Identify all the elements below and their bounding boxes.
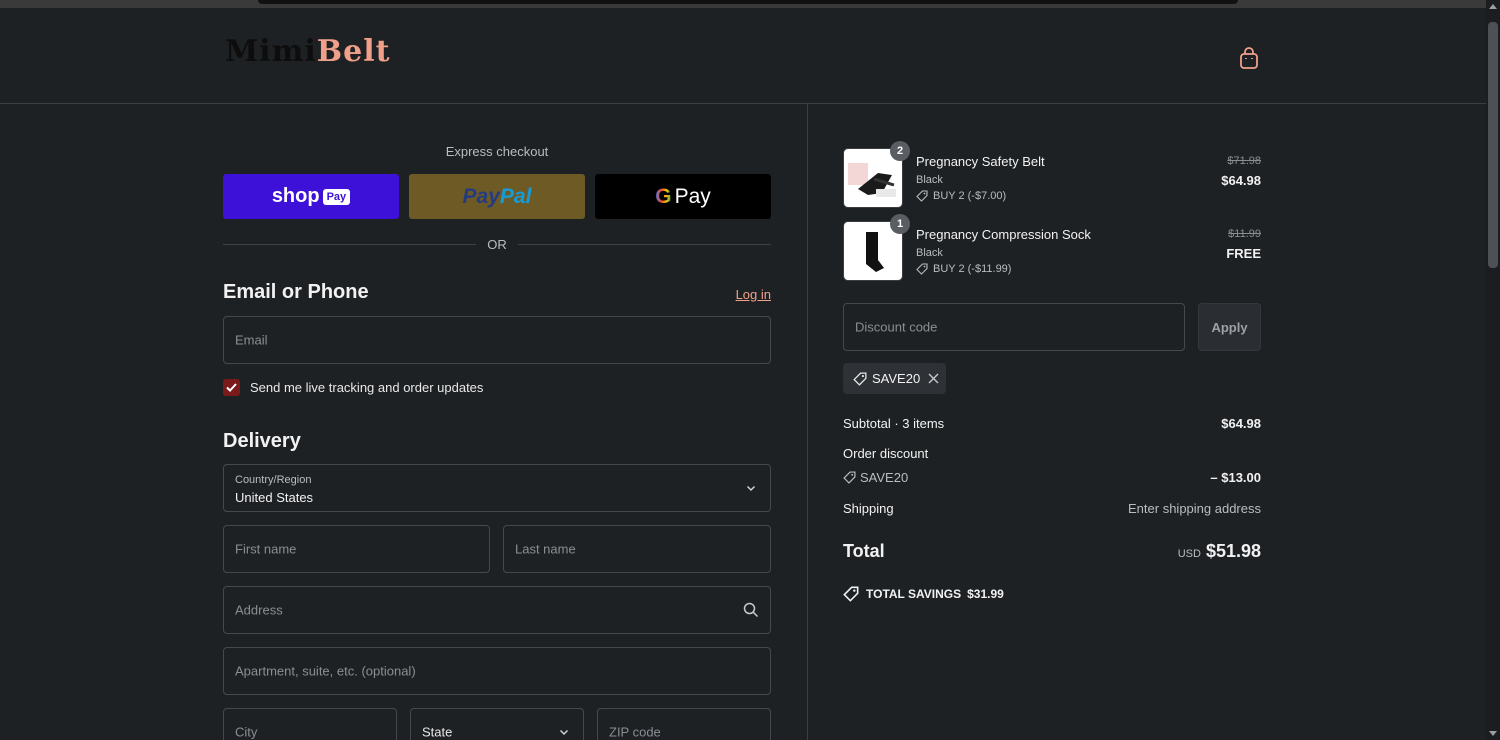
site-header: MimiBelt	[0, 8, 1486, 104]
contact-heading: Email or Phone	[223, 281, 369, 303]
tag-icon	[916, 263, 928, 275]
subtotal-label: Subtotal · 3 items	[843, 416, 945, 431]
google-pay-button[interactable]: G Pay	[595, 174, 771, 219]
first-name-field[interactable]: First name	[223, 525, 490, 573]
discount-value: – $13.00	[1210, 470, 1261, 485]
item-original-price: $71.98	[1227, 155, 1261, 167]
paypal-word-1: Pay	[462, 184, 500, 208]
discount-code-label: SAVE20	[843, 470, 908, 485]
paypal-word-2: Pal	[499, 184, 532, 208]
discount-code-text: SAVE20	[860, 470, 909, 485]
total-savings-label: TOTAL SAVINGS	[866, 587, 962, 601]
shopping-bag-icon[interactable]	[1238, 46, 1260, 70]
column-divider	[807, 104, 808, 740]
brand-part-2: Belt	[316, 34, 391, 69]
city-field[interactable]: City	[223, 708, 397, 740]
brand-part-1: Mimi	[225, 34, 317, 69]
total-savings: TOTAL SAVINGS $31.99	[843, 586, 1004, 602]
scroll-up-arrow-icon[interactable]	[1489, 4, 1497, 9]
browser-top-strip	[0, 0, 1486, 8]
shipping-label: Shipping	[843, 501, 894, 516]
apartment-field[interactable]: Apartment, suite, etc. (optional)	[223, 647, 771, 695]
total-savings-value: $31.99	[967, 587, 1004, 601]
apply-discount-button[interactable]: Apply	[1198, 303, 1261, 351]
address-field[interactable]: Address	[223, 586, 771, 634]
tag-icon	[916, 190, 928, 202]
item-name: Pregnancy Compression Sock	[916, 227, 1091, 242]
updates-checkbox[interactable]	[223, 379, 240, 396]
express-checkout-label: Express checkout	[445, 144, 549, 159]
total-value: $51.98	[1205, 541, 1261, 561]
delivery-heading: Delivery	[223, 430, 301, 452]
page-scrollbar[interactable]	[1486, 0, 1500, 740]
paypal-button[interactable]: PayPal	[409, 174, 585, 219]
zip-field[interactable]: ZIP code	[597, 708, 771, 740]
item-name: Pregnancy Safety Belt	[916, 154, 1045, 169]
checkmark-icon	[226, 383, 237, 392]
search-icon[interactable]	[743, 602, 759, 618]
state-placeholder: State	[422, 724, 453, 740]
scroll-down-arrow-icon[interactable]	[1489, 731, 1497, 736]
item-original-price: $11.99	[1228, 228, 1261, 240]
tag-icon	[843, 471, 856, 484]
country-value: United States	[235, 490, 314, 505]
country-label: Country/Region	[235, 474, 312, 486]
close-icon[interactable]	[928, 373, 939, 384]
cart-item: 2 Pregnancy Safety Belt Black BUY 2 (-$7…	[843, 141, 1261, 208]
total-row: Total USD $51.98	[843, 541, 1261, 567]
last-name-field[interactable]: Last name	[503, 525, 771, 573]
updates-checkbox-label: Send me live tracking and order updates	[250, 380, 484, 395]
item-variant: Black	[916, 174, 943, 186]
item-promo-text: BUY 2 (-$7.00)	[933, 190, 1007, 202]
order-discount-label: Order discount	[843, 446, 929, 461]
tag-icon	[843, 586, 859, 602]
brand-logo[interactable]: MimiBelt	[225, 34, 390, 69]
shop-pay-wordmark: shop	[271, 185, 320, 207]
discount-code-placeholder: Discount code	[855, 319, 938, 335]
shop-pay-badge: Pay	[322, 188, 351, 205]
subtotal-value: $64.98	[1221, 416, 1261, 431]
apartment-placeholder: Apartment, suite, etc. (optional)	[235, 663, 416, 679]
google-pay-wordmark: G Pay	[655, 185, 711, 209]
item-promo-text: BUY 2 (-$11.99)	[933, 263, 1012, 275]
address-placeholder: Address	[235, 602, 283, 618]
shipping-value: Enter shipping address	[1128, 501, 1261, 516]
tag-icon	[853, 372, 867, 386]
city-placeholder: City	[235, 724, 258, 740]
quantity-badge: 2	[890, 141, 910, 161]
discount-code-field[interactable]: Discount code	[843, 303, 1185, 351]
paypal-wordmark: PayPal	[463, 185, 532, 209]
item-promo: BUY 2 (-$11.99)	[916, 263, 1011, 275]
first-name-placeholder: First name	[235, 541, 297, 557]
country-select[interactable]: Country/Region United States	[223, 464, 771, 512]
google-g-icon: G	[655, 184, 672, 208]
updates-checkbox-row[interactable]: Send me live tracking and order updates	[223, 379, 483, 396]
item-price: FREE	[1226, 246, 1261, 261]
shop-pay-button[interactable]: shop Pay	[223, 174, 399, 219]
or-label: OR	[487, 237, 507, 252]
item-variant: Black	[916, 247, 943, 259]
currency-code: USD	[1177, 548, 1201, 560]
item-price: $64.98	[1221, 173, 1261, 188]
email-field[interactable]: Email	[223, 316, 771, 364]
quantity-badge: 1	[890, 214, 910, 234]
email-placeholder: Email	[235, 332, 268, 348]
item-promo: BUY 2 (-$7.00)	[916, 190, 1006, 202]
last-name-placeholder: Last name	[515, 541, 576, 557]
google-pay-text: Pay	[674, 184, 711, 208]
chevron-down-icon	[746, 485, 756, 492]
applied-discount-chip: SAVE20	[843, 363, 946, 394]
login-link[interactable]: Log in	[736, 287, 771, 302]
chevron-down-icon	[559, 729, 569, 736]
applied-discount-code: SAVE20	[872, 371, 921, 386]
scrollbar-thumb[interactable]	[1488, 22, 1498, 268]
cart-item: 1 Pregnancy Compression Sock Black BUY 2…	[843, 214, 1261, 281]
total-label: Total	[843, 541, 885, 561]
state-select[interactable]: State	[410, 708, 584, 740]
total-amount: USD $51.98	[1178, 541, 1261, 562]
zip-placeholder: ZIP code	[609, 724, 661, 740]
